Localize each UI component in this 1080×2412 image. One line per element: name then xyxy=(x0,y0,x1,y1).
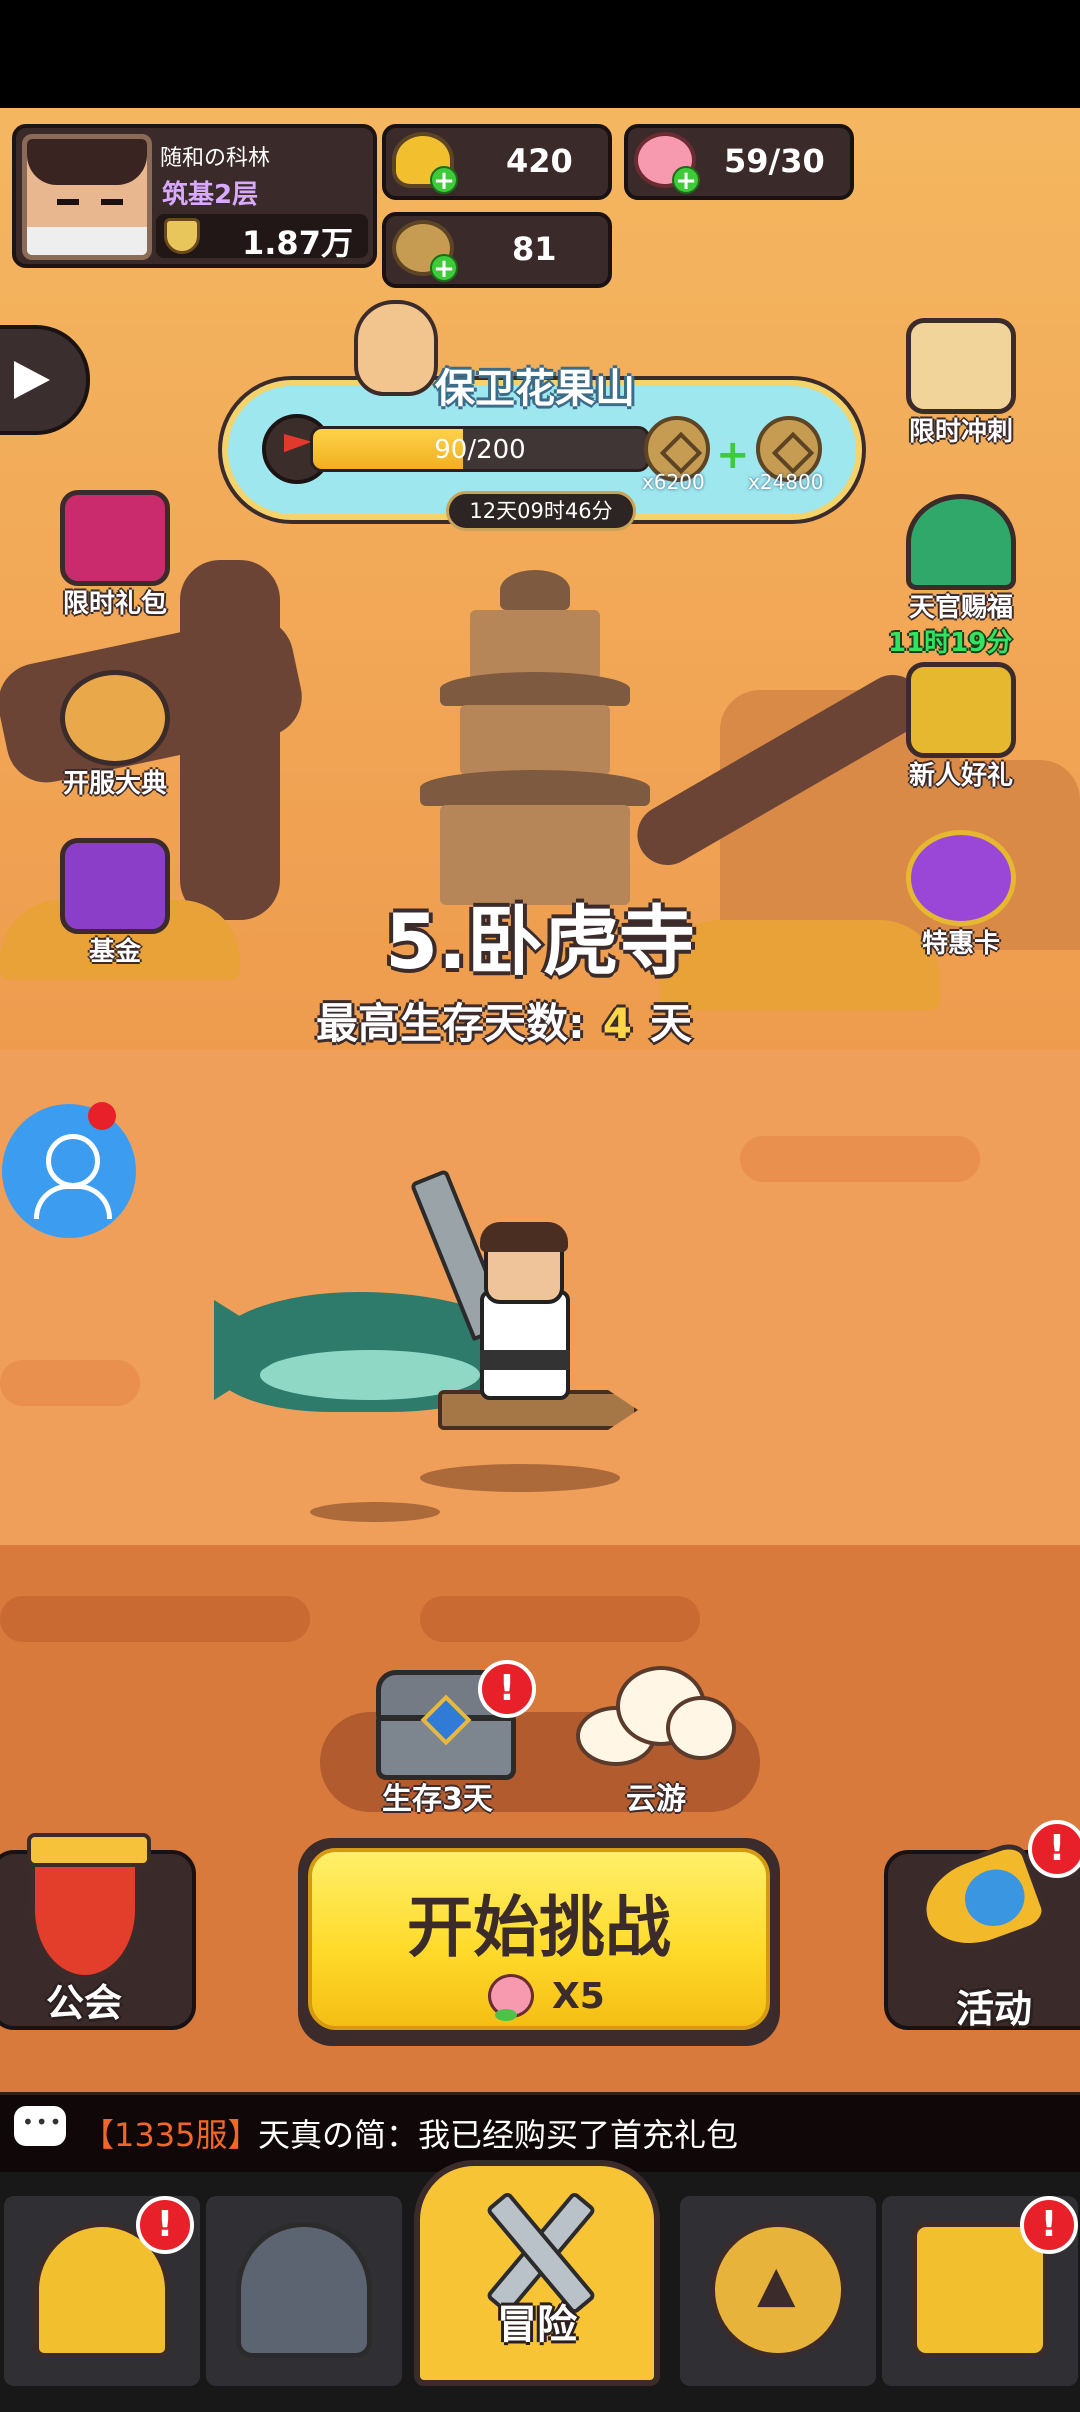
nav-adventure[interactable]: 冒险 xyxy=(414,2160,660,2386)
player-rank: 筑基2层 xyxy=(162,180,259,210)
sand-streak xyxy=(420,1596,700,1642)
limited-gift-button[interactable]: 限时礼包 xyxy=(40,490,190,620)
stage-name: 5.卧虎寺 xyxy=(385,897,695,986)
peach-icon xyxy=(488,1974,534,2021)
survival-days: 4 xyxy=(602,999,633,1048)
heavenly-blessing-button[interactable]: 天官赐福 xyxy=(886,494,1036,624)
challenge-cost-value: X5 xyxy=(552,1976,605,2017)
alert-icon: ! xyxy=(1028,1820,1080,1878)
nav-upgrade[interactable] xyxy=(680,2196,876,2386)
dead-tree xyxy=(180,560,280,920)
start-challenge-label: 开始挑战 xyxy=(407,1889,671,1966)
heavenly-blessing-label: 天官赐福 xyxy=(908,593,1013,623)
guild-banner-icon xyxy=(27,1833,151,1980)
best-survival: 最高生存天数: 4 天 xyxy=(316,990,692,1051)
peach-value: 59/30 xyxy=(724,142,825,180)
combat-power: 1.87万 xyxy=(156,214,368,262)
newbie-gift-label: 新人好礼 xyxy=(908,761,1013,791)
sand-streak xyxy=(0,1596,310,1642)
pagoda xyxy=(460,705,610,775)
add-coin-icon[interactable]: + xyxy=(430,254,458,282)
cloud-travel-button[interactable] xyxy=(576,1666,736,1766)
challenge-cost: X5 xyxy=(488,1970,628,2021)
limited-rush-button[interactable]: 限时冲刺 xyxy=(886,318,1036,448)
nav-equipment[interactable] xyxy=(206,2196,402,2386)
sand-streak xyxy=(740,1136,980,1182)
newbie-gift-button[interactable]: 新人好礼 xyxy=(886,662,1036,792)
sand-streak xyxy=(0,1360,140,1406)
event-timer: 12天09时46分 xyxy=(446,491,636,531)
chat-server: 【1335服】 xyxy=(82,2116,260,2154)
helmet-icon xyxy=(236,2222,372,2358)
profile-icon[interactable] xyxy=(2,1104,136,1238)
event-title: 保卫花果山 xyxy=(435,366,635,412)
hourglass-icon xyxy=(906,318,1016,414)
power-icon xyxy=(164,218,200,254)
gold-ingot-resource[interactable]: + 420 xyxy=(382,124,612,200)
survival-label: 最高生存天数: xyxy=(316,999,585,1048)
nav-adventure-label: 冒险 xyxy=(497,2302,577,2348)
upgrade-arrow-icon xyxy=(710,2222,846,2358)
fan-icon xyxy=(906,494,1016,590)
hero-character xyxy=(480,1290,570,1400)
status-bar xyxy=(0,0,1080,108)
hero-shadow xyxy=(420,1464,620,1492)
alert-icon: ! xyxy=(1020,2196,1078,2254)
start-challenge-button[interactable]: 开始挑战 X5 xyxy=(298,1838,780,2046)
power-value: 1.87万 xyxy=(242,224,353,262)
limited-rush-label: 限时冲刺 xyxy=(908,417,1013,447)
drum-icon xyxy=(60,670,170,766)
pagoda xyxy=(500,570,570,610)
guild-label: 公会 xyxy=(46,1981,123,2025)
limited-gift-label: 限时礼包 xyxy=(62,589,167,619)
gold-ingot-value: 420 xyxy=(506,142,573,180)
player-name: 随和の科林 xyxy=(160,146,271,171)
reward-amount: x6200 xyxy=(642,470,705,494)
hero-character xyxy=(480,1222,568,1252)
fish-shadow xyxy=(310,1502,440,1522)
plus-icon: + xyxy=(716,432,750,478)
gift-bag-icon xyxy=(60,490,170,586)
event-progress-text: 90/200 xyxy=(434,435,526,465)
chat-bubble-icon[interactable] xyxy=(14,2106,66,2146)
pagoda xyxy=(420,770,650,806)
chat-message: 天真の简：我已经购买了首充礼包 xyxy=(258,2116,739,2154)
add-peach-icon[interactable]: + xyxy=(672,166,700,194)
alert-icon: ! xyxy=(136,2196,194,2254)
guild-button[interactable]: 公会 xyxy=(0,1833,196,2030)
chest-label: 生存3天 xyxy=(382,1782,493,1817)
copper-coin-value: 81 xyxy=(512,230,557,268)
event-progress-bar: 90/200 xyxy=(310,426,650,472)
player-avatar[interactable] xyxy=(22,134,152,260)
monkey-king-icon xyxy=(354,300,438,396)
server-launch-label: 开服大典 xyxy=(62,769,167,799)
survival-unit: 天 xyxy=(650,999,693,1048)
pagoda xyxy=(470,610,600,680)
player-card[interactable]: 随和の科林 筑基2层 1.87万 xyxy=(12,124,377,268)
activity-label: 活动 xyxy=(956,1987,1033,2031)
treasure-pot-icon xyxy=(906,662,1016,758)
alert-icon: ! xyxy=(478,1660,536,1718)
cloud-travel-label: 云游 xyxy=(626,1782,686,1817)
pagoda xyxy=(440,672,630,706)
server-launch-button[interactable]: 开服大典 xyxy=(40,670,190,800)
add-gold-icon[interactable]: + xyxy=(430,166,458,194)
hero-character xyxy=(480,1350,570,1370)
heavenly-blessing-timer: 11时19分 xyxy=(888,628,1013,658)
copper-coin-resource[interactable]: + 81 xyxy=(382,212,612,288)
reward-amount: x24800 xyxy=(748,470,824,494)
notification-dot xyxy=(88,1102,116,1130)
game-screen: 随和の科林 筑基2层 1.87万 + 420 + 59/30 + 81 保卫花果… xyxy=(0,0,1080,2412)
peach-resource[interactable]: + 59/30 xyxy=(624,124,854,200)
